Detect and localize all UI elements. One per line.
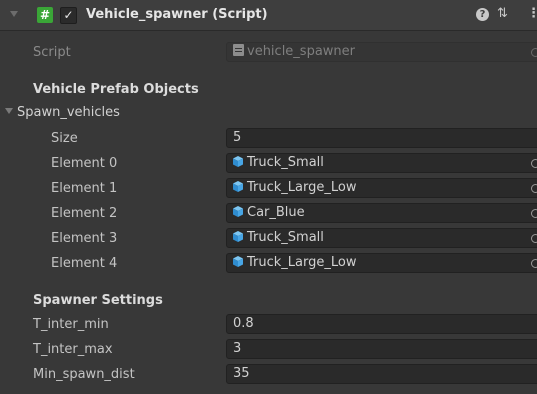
- object-picker-icon[interactable]: [531, 259, 537, 268]
- script-label: Script: [33, 45, 71, 60]
- object-picker-icon[interactable]: [531, 234, 537, 243]
- component-header[interactable]: # ✓ Vehicle_spawner (Script) ? ⇅ ⋮: [0, 0, 537, 31]
- element-0-field[interactable]: Truck_Small: [226, 153, 537, 173]
- prefab-cube-icon: [233, 156, 243, 167]
- size-field[interactable]: 5: [226, 128, 537, 148]
- element-1-value: Truck_Large_Low: [247, 180, 357, 195]
- prefab-section-header: Vehicle Prefab Objects: [33, 82, 199, 97]
- object-picker-icon[interactable]: [531, 209, 537, 218]
- element-3-value: Truck_Small: [247, 230, 324, 245]
- element-3-field[interactable]: Truck_Small: [226, 228, 537, 248]
- element-2-value: Car_Blue: [247, 205, 305, 220]
- element-3-label: Element 3: [51, 231, 118, 246]
- min-spawn-dist-field[interactable]: 35: [226, 364, 537, 384]
- script-field-value: vehicle_spawner: [247, 44, 356, 59]
- min-spawn-dist-label: Min_spawn_dist: [33, 367, 135, 382]
- csharp-script-icon: #: [37, 7, 53, 23]
- prefab-cube-icon: [233, 181, 243, 192]
- element-0-label: Element 0: [51, 156, 118, 171]
- component-enabled-checkbox[interactable]: ✓: [60, 7, 77, 24]
- presets-icon[interactable]: ⇅: [497, 6, 508, 22]
- object-picker-icon[interactable]: [531, 184, 537, 193]
- help-icon[interactable]: ?: [476, 8, 489, 21]
- prefab-cube-icon: [233, 256, 243, 267]
- t-inter-min-label: T_inter_min: [33, 317, 109, 332]
- list-foldout-arrow-icon[interactable]: [5, 108, 13, 114]
- object-picker-icon: [531, 48, 537, 57]
- element-2-field[interactable]: Car_Blue: [226, 203, 537, 223]
- spawner-section-header: Spawner Settings: [33, 293, 163, 308]
- script-file-icon: [233, 44, 244, 56]
- element-4-value: Truck_Large_Low: [247, 255, 357, 270]
- prefab-cube-icon: [233, 231, 243, 242]
- element-2-label: Element 2: [51, 206, 118, 221]
- object-picker-icon[interactable]: [531, 159, 537, 168]
- element-0-value: Truck_Small: [247, 155, 324, 170]
- t-inter-max-field[interactable]: 3: [226, 339, 537, 359]
- foldout-arrow-icon[interactable]: [10, 11, 18, 17]
- element-4-label: Element 4: [51, 256, 118, 271]
- size-label: Size: [51, 131, 78, 146]
- prefab-cube-icon: [233, 206, 243, 217]
- t-inter-min-field[interactable]: 0.8: [226, 314, 537, 334]
- element-1-label: Element 1: [51, 181, 118, 196]
- spawn-vehicles-foldout[interactable]: Spawn_vehicles: [17, 104, 120, 122]
- context-menu-icon[interactable]: ⋮: [527, 6, 537, 22]
- script-field: vehicle_spawner: [226, 42, 537, 62]
- component-title: Vehicle_spawner (Script): [86, 7, 268, 22]
- element-4-field[interactable]: Truck_Large_Low: [226, 253, 537, 273]
- element-1-field[interactable]: Truck_Large_Low: [226, 178, 537, 198]
- t-inter-max-label: T_inter_max: [33, 342, 113, 357]
